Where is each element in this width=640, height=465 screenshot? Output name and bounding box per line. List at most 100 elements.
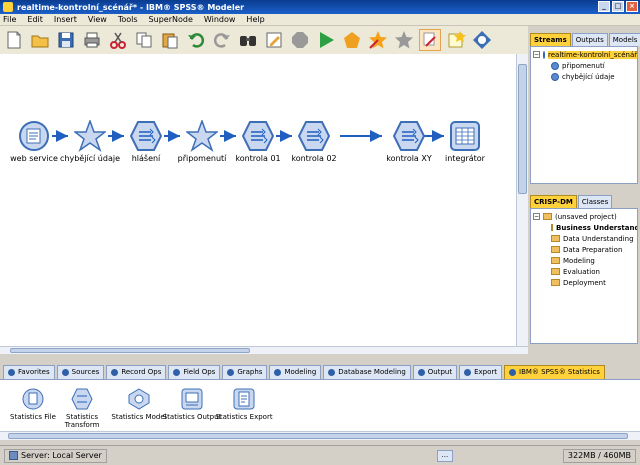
- redo-button[interactable]: [211, 29, 233, 51]
- undo-button[interactable]: [185, 29, 207, 51]
- tab-field-ops[interactable]: Field Ops: [168, 365, 221, 379]
- scroll-thumb[interactable]: [518, 64, 527, 194]
- palette-item-statistics-model[interactable]: Statistics Model: [109, 388, 169, 421]
- status-more-button[interactable]: ...: [436, 449, 453, 462]
- tree-root[interactable]: − (unsaved project): [533, 211, 635, 222]
- sources-icon: [61, 368, 69, 376]
- collapse-icon[interactable]: −: [533, 213, 540, 220]
- folder-icon: [551, 257, 560, 264]
- statistics-transform-icon: [71, 388, 93, 410]
- node-label: kontrola 02: [291, 154, 337, 163]
- tab-output[interactable]: Output: [412, 365, 458, 379]
- tree-item[interactable]: Data Understanding: [533, 233, 635, 244]
- tree-item[interactable]: Evaluation: [533, 266, 635, 277]
- open-stream-button[interactable]: [29, 29, 51, 51]
- stop-button[interactable]: [289, 29, 311, 51]
- app-icon: [3, 2, 13, 12]
- tab-streams[interactable]: Streams: [530, 33, 571, 46]
- palette-item-label: Statistics Output: [162, 413, 222, 421]
- menu-insert[interactable]: Insert: [54, 15, 77, 24]
- menu-window[interactable]: Window: [204, 15, 236, 24]
- server-status[interactable]: Server: Local Server: [4, 448, 107, 463]
- find-button[interactable]: [237, 29, 259, 51]
- folder-icon: [551, 224, 553, 231]
- tab-database-modeling[interactable]: Database Modeling: [323, 365, 411, 379]
- memory-usage: 322MB / 460MB: [562, 448, 636, 463]
- title-bar: realtime-kontrolní_scénář* - IBM® SPSS® …: [0, 0, 640, 14]
- tab-graphs[interactable]: Graphs: [222, 365, 268, 379]
- server-icon: [9, 451, 18, 460]
- statistics-model-icon: [128, 388, 150, 410]
- palette-item-statistics-output[interactable]: Statistics Output: [162, 388, 222, 421]
- splitter[interactable]: [0, 354, 640, 364]
- star-button[interactable]: [393, 29, 415, 51]
- menu-file[interactable]: File: [3, 15, 16, 24]
- tab-record-ops[interactable]: Record Ops: [106, 365, 167, 379]
- toolbar: [0, 26, 528, 54]
- stream-icon: [551, 61, 559, 70]
- save-stream-button[interactable]: [55, 29, 77, 51]
- paste-button[interactable]: [159, 29, 181, 51]
- stream-node[interactable]: kontrola 02: [279, 120, 349, 163]
- menu-help[interactable]: Help: [246, 15, 264, 24]
- menu-supernode[interactable]: SuperNode: [149, 15, 193, 24]
- export-icon: [464, 368, 472, 376]
- menu-edit[interactable]: Edit: [27, 15, 43, 24]
- palette-item-statistics-transform[interactable]: Statistics Transform: [52, 388, 112, 429]
- help-button[interactable]: [471, 29, 493, 51]
- edit-annotation-button[interactable]: [263, 29, 285, 51]
- favorites-icon: [8, 368, 15, 376]
- minimize-button[interactable]: _: [598, 1, 610, 12]
- canvas-horizontal-scrollbar[interactable]: [0, 346, 528, 354]
- print-button[interactable]: [81, 29, 103, 51]
- star-icon: [72, 118, 108, 152]
- managers-panel: Streams Outputs Models − realtime-kontrol…: [528, 26, 640, 354]
- maximize-button[interactable]: □: [612, 1, 624, 12]
- tree-item[interactable]: Modeling: [533, 255, 635, 266]
- canvas-vertical-scrollbar[interactable]: [516, 54, 528, 346]
- tree-item[interactable]: chybějící údaje: [533, 71, 635, 82]
- tab-modeling[interactable]: Modeling: [269, 365, 322, 379]
- status-bar: Server: Local Server ... 322MB / 460MB: [0, 445, 640, 465]
- collapse-icon[interactable]: −: [533, 51, 540, 58]
- new-comment-button[interactable]: [445, 29, 467, 51]
- tab-sources[interactable]: Sources: [56, 365, 105, 379]
- cut-button[interactable]: [107, 29, 129, 51]
- palette-scrollbar[interactable]: [0, 431, 640, 440]
- new-stream-button[interactable]: [3, 29, 25, 51]
- tab-spss-statistics[interactable]: IBM® SPSS® Statistics: [504, 365, 605, 379]
- stream-icon: [551, 72, 559, 81]
- close-button[interactable]: ×: [626, 1, 638, 12]
- menu-view[interactable]: View: [88, 15, 107, 24]
- tree-root[interactable]: − realtime-kontrolní_scénář: [533, 49, 637, 60]
- stream-node[interactable]: integrátor: [430, 120, 500, 163]
- tree-item[interactable]: Deployment: [533, 277, 635, 288]
- stream-canvas[interactable]: web service chybějící údaje hlášení přip…: [0, 54, 516, 346]
- modeling-icon: [274, 368, 282, 376]
- tab-classes[interactable]: Classes: [577, 195, 613, 208]
- tree-item[interactable]: Business Understanding: [533, 222, 637, 233]
- run-button[interactable]: [315, 29, 337, 51]
- menu-tools[interactable]: Tools: [118, 15, 138, 24]
- statistics-export-icon: [233, 388, 255, 410]
- stream-connections: [52, 130, 444, 142]
- folder-icon: [551, 268, 560, 275]
- copy-button[interactable]: [133, 29, 155, 51]
- palette-item-statistics-export[interactable]: Statistics Export: [214, 388, 274, 421]
- create-supernode-button[interactable]: [419, 29, 441, 51]
- run-selection-button[interactable]: [341, 29, 363, 51]
- tab-export[interactable]: Export: [459, 365, 503, 379]
- scroll-thumb[interactable]: [8, 433, 628, 439]
- tab-outputs[interactable]: Outputs: [571, 33, 608, 46]
- tab-models[interactable]: Models: [608, 33, 640, 46]
- tab-crisp-dm[interactable]: CRISP-DM: [530, 195, 577, 208]
- field-ops-icon: [173, 368, 181, 376]
- node-palette: Statistics File Statistics Transform Sta…: [0, 379, 640, 431]
- tab-favorites[interactable]: Favorites: [3, 365, 55, 379]
- menu-bar: File Edit Insert View Tools SuperNode Wi…: [0, 14, 640, 26]
- tree-item[interactable]: připomenutí: [533, 60, 635, 71]
- tree-item[interactable]: Data Preparation: [533, 244, 635, 255]
- favorites-star-button[interactable]: [367, 29, 389, 51]
- scroll-thumb[interactable]: [10, 348, 250, 353]
- record-ops-icon: [111, 368, 119, 376]
